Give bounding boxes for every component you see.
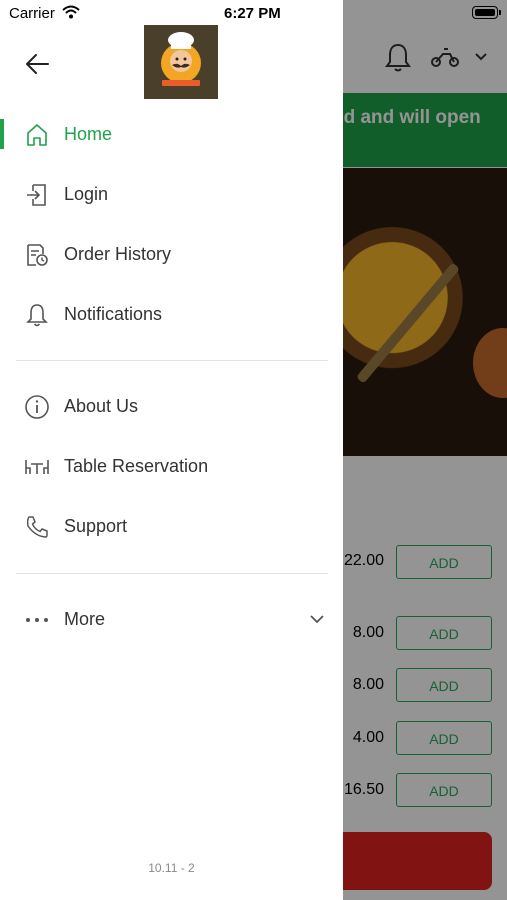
info-icon (25, 395, 49, 419)
clock: 6:27 PM (224, 5, 281, 22)
bell-icon (26, 304, 48, 327)
app-version: 10.11 - 2 (148, 861, 195, 875)
menu-item-more[interactable]: More (0, 595, 343, 645)
phone-icon (26, 516, 48, 538)
menu-item-order-history[interactable]: Order History (0, 230, 343, 280)
battery-icon (472, 6, 498, 19)
menu-label: Order History (64, 244, 172, 264)
menu-label: Support (64, 516, 128, 536)
menu-item-about-us[interactable]: About Us (0, 382, 343, 432)
wifi-icon (62, 5, 80, 19)
back-arrow-icon[interactable] (24, 50, 52, 78)
menu-label: Home (64, 124, 113, 144)
more-dots-icon (26, 618, 48, 622)
order-history-icon (27, 244, 48, 266)
menu-label: About Us (64, 396, 139, 416)
menu-item-login[interactable]: Login (0, 170, 343, 220)
menu-label: Notifications (64, 304, 163, 324)
menu-divider (16, 360, 328, 361)
table-icon (25, 460, 49, 474)
menu-item-home[interactable]: Home (0, 110, 343, 160)
restaurant-logo (144, 25, 218, 99)
menu-label: More (64, 609, 106, 629)
battery-tip (499, 10, 501, 15)
status-bar: Carrier 6:27 PM (0, 0, 507, 28)
side-drawer: Home Login Order History Notifications A… (0, 0, 343, 900)
menu-label: Login (64, 184, 109, 204)
menu-item-support[interactable]: Support (0, 502, 343, 552)
home-icon (27, 124, 47, 146)
drawer-overlay[interactable] (343, 0, 507, 900)
chevron-down-icon[interactable] (309, 613, 325, 625)
login-icon (27, 184, 46, 206)
menu-divider (16, 573, 328, 574)
chef-logo-icon (161, 32, 201, 86)
menu-item-table-reservation[interactable]: Table Reservation (0, 442, 343, 492)
carrier-label: Carrier (9, 5, 55, 22)
menu-item-notifications[interactable]: Notifications (0, 290, 343, 340)
menu-label: Table Reservation (64, 456, 209, 476)
